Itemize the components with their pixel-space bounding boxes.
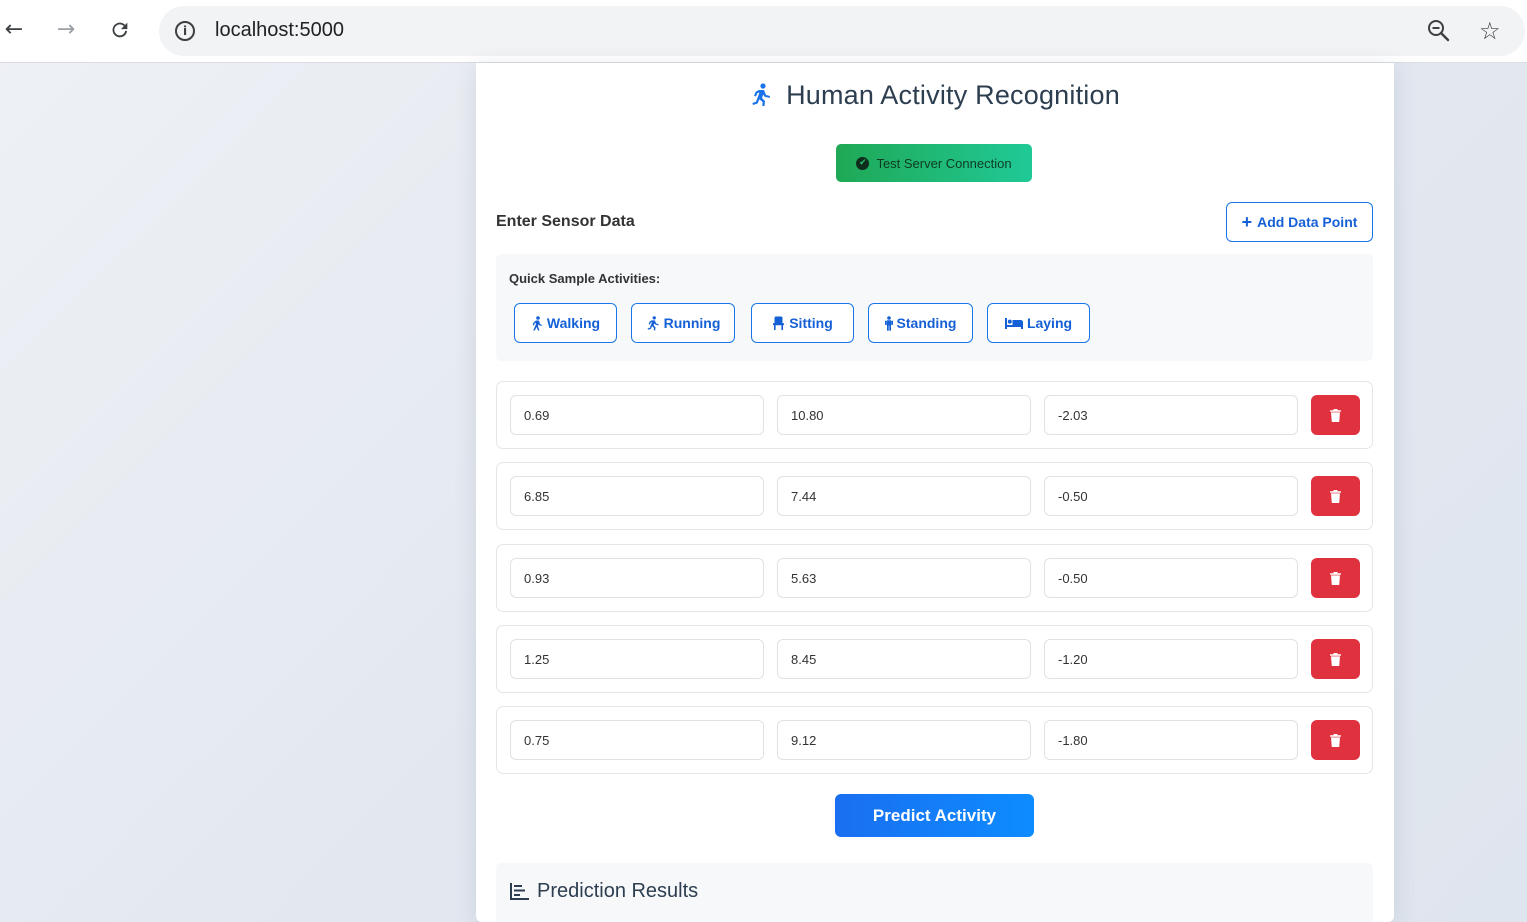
delete-row-button[interactable]: [1311, 558, 1360, 598]
sensor-data-heading: Enter Sensor Data: [496, 213, 635, 230]
running-person-icon: [750, 83, 772, 107]
z-value-input[interactable]: [1044, 476, 1298, 516]
running-icon: [646, 315, 660, 331]
add-data-point-button[interactable]: + Add Data Point: [1226, 202, 1373, 242]
prediction-results-heading: Prediction Results: [510, 880, 698, 903]
browser-toolbar: ← → i localhost:5000 ☆: [0, 0, 1527, 63]
trash-icon: [1330, 489, 1341, 503]
x-value-input[interactable]: [510, 395, 764, 435]
bed-icon: [1004, 317, 1023, 329]
page-title: Human Activity Recognition: [786, 79, 1120, 110]
data-point-row: [496, 381, 1373, 449]
sample-laying-button[interactable]: Laying: [987, 303, 1090, 343]
delete-row-button[interactable]: [1311, 720, 1360, 760]
test-server-connection-button[interactable]: ✔ Test Server Connection: [836, 144, 1032, 182]
trash-icon: [1330, 571, 1341, 585]
z-value-input[interactable]: [1044, 639, 1298, 679]
page-header: Human Activity Recognition: [476, 77, 1394, 113]
x-value-input[interactable]: [510, 476, 764, 516]
y-value-input[interactable]: [777, 639, 1031, 679]
trash-icon: [1330, 408, 1341, 422]
site-info-icon[interactable]: i: [175, 21, 195, 41]
x-value-input[interactable]: [510, 558, 764, 598]
y-value-input[interactable]: [777, 476, 1031, 516]
quick-samples-label: Quick Sample Activities:: [509, 271, 661, 286]
forward-arrow-icon[interactable]: →: [52, 16, 80, 44]
sample-laying-label: Laying: [1026, 315, 1073, 331]
z-value-input[interactable]: [1044, 720, 1298, 760]
url-text[interactable]: localhost:5000: [215, 19, 344, 42]
predict-activity-button[interactable]: Predict Activity: [835, 794, 1034, 837]
x-value-input[interactable]: [510, 720, 764, 760]
back-arrow-icon[interactable]: ←: [0, 16, 28, 44]
sample-standing-label: Standing: [896, 315, 957, 331]
prediction-results-title: Prediction Results: [537, 880, 699, 902]
bar-chart-icon: [510, 883, 529, 900]
zoom-icon[interactable]: [1426, 18, 1452, 49]
walking-icon: [531, 315, 543, 331]
quick-samples-panel: Quick Sample Activities: Walking Running…: [496, 254, 1373, 361]
sample-running-button[interactable]: Running: [631, 303, 735, 343]
data-point-row: [496, 706, 1373, 774]
main-card: Human Activity Recognition ✔ Test Server…: [476, 63, 1394, 922]
y-value-input[interactable]: [777, 558, 1031, 598]
standing-person-icon: [884, 315, 893, 331]
trash-icon: [1330, 652, 1341, 666]
chair-icon: [772, 316, 785, 330]
prediction-results-panel: Prediction Results: [496, 863, 1373, 922]
data-point-row: [496, 625, 1373, 693]
sample-walking-label: Walking: [546, 315, 601, 331]
sample-sitting-label: Sitting: [789, 315, 833, 331]
test-server-connection-label: Test Server Connection: [876, 155, 1012, 171]
y-value-input[interactable]: [777, 720, 1031, 760]
y-value-input[interactable]: [777, 395, 1031, 435]
sample-running-label: Running: [663, 315, 721, 331]
plus-icon: +: [1241, 212, 1253, 232]
x-value-input[interactable]: [510, 639, 764, 679]
add-data-point-label: Add Data Point: [1257, 214, 1358, 230]
sample-sitting-button[interactable]: Sitting: [751, 303, 854, 343]
data-point-row: [496, 544, 1373, 612]
data-point-row: [496, 462, 1373, 530]
z-value-input[interactable]: [1044, 558, 1298, 598]
sample-standing-button[interactable]: Standing: [868, 303, 973, 343]
delete-row-button[interactable]: [1311, 639, 1360, 679]
delete-row-button[interactable]: [1311, 395, 1360, 435]
bookmark-star-icon[interactable]: ☆: [1479, 17, 1501, 45]
delete-row-button[interactable]: [1311, 476, 1360, 516]
reload-icon[interactable]: [106, 16, 134, 44]
sample-walking-button[interactable]: Walking: [514, 303, 617, 343]
trash-icon: [1330, 733, 1341, 747]
address-bar[interactable]: i localhost:5000 ☆: [159, 6, 1525, 56]
check-circle-icon: ✔: [856, 156, 870, 170]
z-value-input[interactable]: [1044, 395, 1298, 435]
